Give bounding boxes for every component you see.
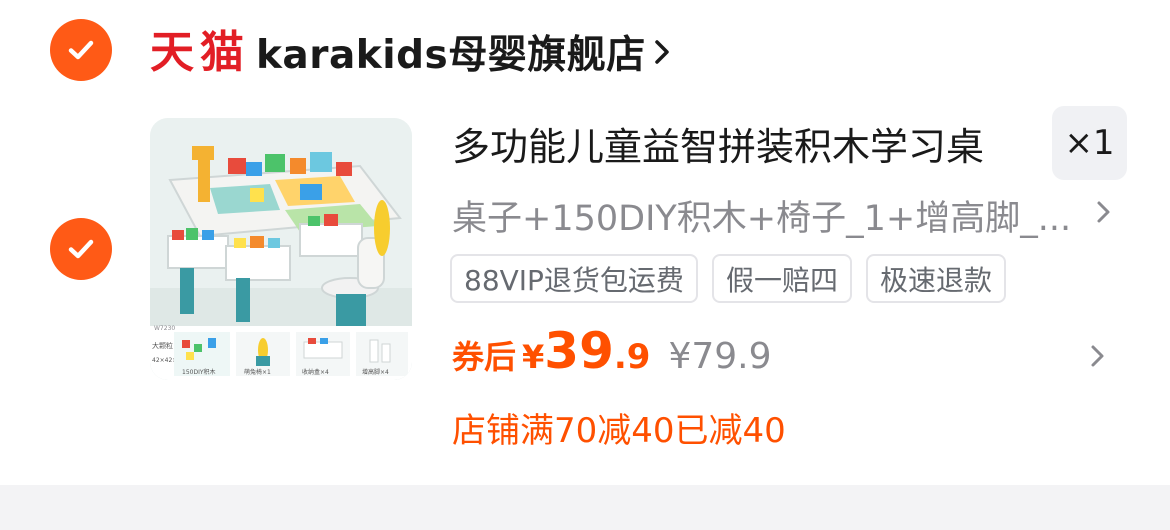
original-price: ¥79.9 bbox=[668, 336, 772, 377]
shop-name[interactable]: karakids母婴旗舰店 bbox=[256, 24, 646, 80]
quantity-stepper[interactable]: ×1 bbox=[1052, 106, 1127, 180]
price-row: 券后 ¥ 39 .9 ¥79.9 bbox=[452, 322, 772, 388]
service-tag: 极速退款 bbox=[865, 254, 1006, 303]
price-decimal: .9 bbox=[613, 337, 651, 377]
shop-select-checkbox[interactable] bbox=[50, 19, 112, 81]
svg-text:天猫: 天猫 bbox=[150, 27, 244, 77]
product-title[interactable]: 多功能儿童益智拼装积木学习桌 bbox=[452, 116, 984, 171]
svg-text:W7230: W7230 bbox=[154, 325, 175, 332]
svg-text:150DIY积木: 150DIY积木 bbox=[182, 368, 216, 376]
product-image[interactable]: W7230 大颗粒 42×42×39 cm 150DIY积木 萌兔椅×1 收纳盒… bbox=[150, 118, 412, 380]
service-tags: 88VIP退货包运费 假一赔四 极速退款 bbox=[450, 254, 1006, 303]
price-label: 券后 bbox=[452, 338, 517, 376]
price-detail-chevron-right-icon[interactable] bbox=[1086, 340, 1110, 372]
price-currency: ¥ bbox=[522, 338, 545, 376]
checkmark-icon bbox=[68, 40, 94, 60]
shop-header[interactable]: 天猫 karakids母婴旗舰店 bbox=[150, 22, 672, 82]
service-tag: 88VIP退货包运费 bbox=[450, 254, 698, 303]
promo-text: 店铺满70减40已减40 bbox=[452, 411, 786, 451]
svg-text:增高脚×4: 增高脚×4 bbox=[362, 368, 389, 376]
sku-chevron-right-icon[interactable] bbox=[1092, 196, 1116, 228]
price-integer: 39 bbox=[544, 322, 614, 380]
svg-text:收纳盒×4: 收纳盒×4 bbox=[302, 368, 329, 376]
svg-text:大颗粒: 大颗粒 bbox=[152, 341, 173, 350]
product-select-checkbox[interactable] bbox=[50, 218, 112, 280]
svg-text:萌兔椅×1: 萌兔椅×1 bbox=[244, 368, 271, 376]
sku-selector[interactable]: 桌子+150DIY积木+椅子_1+增高脚_... bbox=[452, 190, 1082, 241]
service-tag: 假一赔四 bbox=[711, 254, 852, 303]
checkmark-icon bbox=[68, 239, 94, 259]
chevron-right-icon[interactable] bbox=[652, 36, 672, 68]
cart-shop-card: 天猫 karakids母婴旗舰店 W7230 大颗粒 42×42×39 150D… bbox=[0, 0, 1170, 485]
tmall-logo: 天猫 bbox=[150, 27, 244, 77]
